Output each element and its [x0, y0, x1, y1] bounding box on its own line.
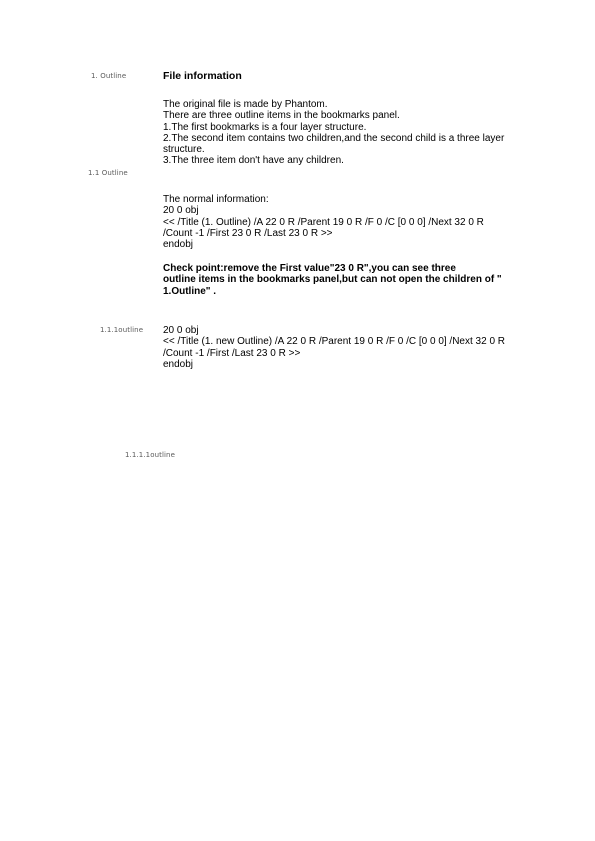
intro-line: There are three outline items in the boo… [163, 110, 400, 122]
margin-label-outline-1-1-1-1: 1.1.1.1outline [125, 451, 175, 459]
code-line: 20 0 obj [163, 205, 199, 217]
modified-object-block: 20 0 obj << /Title (1. new Outline) /A 2… [163, 325, 588, 370]
intro-line: 3.The three item don't have any children… [163, 155, 344, 167]
code-line: /Count -1 /First 23 0 R /Last 23 0 R >> [163, 227, 333, 239]
intro-line: structure. [163, 144, 205, 156]
check-point-line: outline items in the bookmarks panel,but… [163, 274, 502, 286]
code-line: << /Title (1. new Outline) /A 22 0 R /Pa… [163, 336, 506, 348]
code-line: endobj [163, 358, 194, 370]
check-point-line: 1.Outline" . [163, 285, 217, 297]
check-point-block: Check point:remove the First value"23 0 … [163, 263, 588, 297]
code-line: /Count -1 /First /Last 23 0 R >> [163, 347, 301, 359]
file-info-heading: File information [163, 70, 242, 82]
code-line: << /Title (1. Outline) /A 22 0 R /Parent… [163, 216, 484, 228]
intro-paragraph: The original file is made by Phantom. Th… [163, 99, 588, 167]
code-line: endobj [163, 239, 194, 251]
intro-line: The original file is made by Phantom. [163, 99, 328, 110]
check-point-line: Check point:remove the First value"23 0 … [163, 263, 456, 274]
margin-label-outline-1-1: 1.1 Outline [88, 169, 128, 177]
normal-info-block: The normal information: 20 0 obj << /Tit… [163, 194, 588, 250]
intro-line: 1.The first bookmarks is a four layer st… [163, 121, 367, 133]
normal-info-label: The normal information: [163, 194, 269, 205]
margin-label-outline-1-1-1: 1.1.1outline [100, 326, 144, 334]
code-line: 20 0 obj [163, 325, 199, 336]
intro-line: 2.The second item contains two children,… [163, 132, 505, 144]
margin-label-outline-1: 1. Outline [91, 72, 127, 80]
